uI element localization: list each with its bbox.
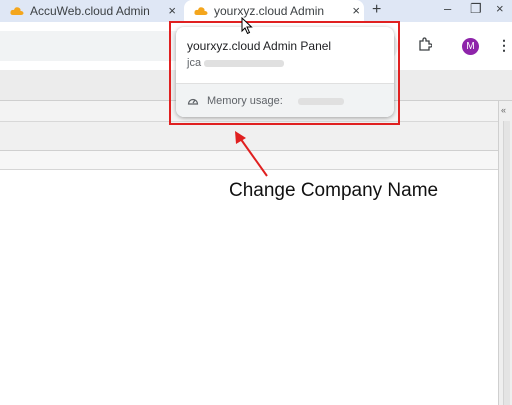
annotation-label: Change Company Name [229,180,439,201]
annotation-arrow [235,131,268,177]
mouse-pointer-icon [241,17,253,35]
